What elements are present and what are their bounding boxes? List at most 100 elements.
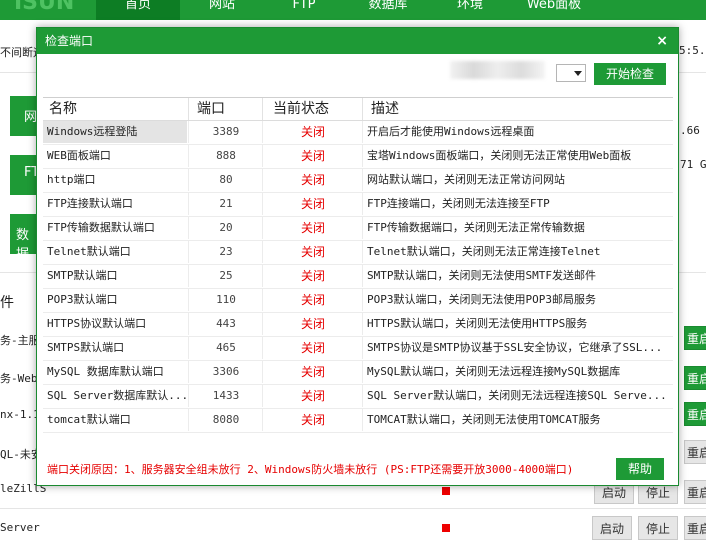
restart-button[interactable]: 重启 (684, 402, 706, 426)
port-status: 关闭 (262, 193, 363, 215)
close-icon[interactable]: × (656, 28, 668, 54)
port-number: 21 (188, 193, 263, 215)
brand-logo: ISUN (14, 0, 75, 15)
port-status: 关闭 (262, 241, 363, 263)
start-button[interactable]: 启动 (592, 516, 632, 540)
table-row[interactable]: HTTPS协议默认端口 443 关闭 HTTPS默认端口，关闭则无法使用HTTPS服务 (43, 313, 673, 337)
port-number: 8080 (188, 409, 263, 431)
port-status: 关闭 (262, 361, 363, 383)
port-description: SMTPS协议是SMTP协议基于SSL安全协议，它继承了SSL... (362, 337, 673, 359)
restart-button[interactable]: 重启 (684, 440, 706, 464)
port-description: 网站默认端口，关闭则无法正常访问网站 (362, 169, 673, 191)
port-description: 宝塔Windows面板端口，关闭则无法正常使用Web面板 (362, 145, 673, 167)
nav-ftp[interactable]: FTP (262, 0, 346, 20)
column-header-description: 描述 (362, 98, 399, 120)
chevron-down-icon (574, 71, 582, 76)
server-select[interactable] (556, 64, 586, 82)
table-row[interactable]: tomcat默认端口 8080 关闭 TOMCAT默认端口，关闭则无法使用TOMCAT… (43, 409, 673, 433)
port-description: Telnet默认端口，关闭则无法正常连接Telnet (362, 241, 673, 263)
ports-table: 名称 端口 当前状态 描述 Windows远程登陆 3389 关闭 开启后才能使用Wi… (43, 97, 673, 435)
stop-button[interactable]: 停止 (638, 516, 678, 540)
port-description: HTTPS默认端口，关闭则无法使用HTTPS服务 (362, 313, 673, 335)
port-description: FTP连接端口，关闭则无法连接至FTP (362, 193, 673, 215)
nav-website[interactable]: 网站 (180, 0, 264, 20)
nav-database[interactable]: 数据库 (346, 0, 430, 20)
port-number: 465 (188, 337, 263, 359)
restart-button[interactable]: 重启 (684, 480, 706, 504)
port-name: MySQL 数据库默认端口 (47, 365, 164, 378)
port-number: 110 (188, 289, 263, 311)
port-name: SMTP默认端口 (47, 269, 118, 282)
stopped-indicator (442, 524, 450, 532)
port-status: 关闭 (262, 169, 363, 191)
port-status: 关闭 (262, 313, 363, 335)
restart-button[interactable]: 重启 (684, 516, 706, 540)
port-description: SQL Server默认端口，关闭则无法远程连接SQL Serve... (362, 385, 673, 407)
port-name: SQL Server数据库默认... (47, 389, 187, 402)
port-name: HTTPS协议默认端口 (47, 317, 147, 330)
closed-port-reasons: 端口关闭原因：1、服务器安全组未放行 2、Windows防火墙未放行 (PS:F… (47, 463, 574, 476)
nav-environment[interactable]: 环境 (428, 0, 512, 20)
port-number: 443 (188, 313, 263, 335)
port-name: WEB面板端口 (47, 149, 111, 162)
stopped-indicator (442, 487, 450, 495)
divider (0, 508, 706, 509)
table-row[interactable]: Telnet默认端口 23 关闭 Telnet默认端口，关闭则无法正常连接Telnet (43, 241, 673, 265)
table-row[interactable]: SMTP默认端口 25 关闭 SMTP默认端口，关闭则无法使用SMTF发送邮件 (43, 265, 673, 289)
column-header-status: 当前状态 (262, 98, 363, 120)
port-number: 80 (188, 169, 263, 191)
port-description: TOMCAT默认端口，关闭则无法使用TOMCAT服务 (362, 409, 673, 431)
dialog-title: 检查端口 (45, 34, 94, 48)
port-number: 3389 (188, 121, 263, 143)
port-number: 3306 (188, 361, 263, 383)
table-row[interactable]: http端口 80 关闭 网站默认端口，关闭则无法正常访问网站 (43, 169, 673, 193)
table-row[interactable]: POP3默认端口 110 关闭 POP3默认端口，关闭则无法使用POP3邮局服务 (43, 289, 673, 313)
table-row[interactable]: SQL Server数据库默认... 1433 关闭 SQL Server默认端口，关… (43, 385, 673, 409)
port-name: SMTPS默认端口 (47, 341, 125, 354)
nav-web-panel[interactable]: Web面板 (512, 0, 596, 20)
table-row[interactable]: WEB面板端口 888 关闭 宝塔Windows面板端口，关闭则无法正常使用Web面板 (43, 145, 673, 169)
port-name: tomcat默认端口 (47, 413, 131, 426)
port-status: 关闭 (262, 337, 363, 359)
port-name: Telnet默认端口 (47, 245, 131, 258)
port-status: 关闭 (262, 289, 363, 311)
port-name: FTP连接默认端口 (47, 197, 133, 210)
software-name: nx-1.1 (0, 408, 40, 421)
port-status: 关闭 (262, 217, 363, 239)
software-name: 务-主服 (0, 334, 40, 347)
port-name: FTP传输数据默认端口 (47, 221, 155, 234)
port-number: 1433 (188, 385, 263, 407)
port-number: 23 (188, 241, 263, 263)
port-status: 关闭 (262, 145, 363, 167)
software-name: Server (0, 521, 40, 534)
software-section-title: 件 (0, 295, 14, 311)
port-description: 开启后才能使用Windows远程桌面 (362, 121, 673, 143)
port-name: http端口 (47, 173, 96, 186)
port-status: 关闭 (262, 121, 363, 143)
check-ports-dialog: 检查端口 × 开始检查 名称 端口 当前状态 描述 Windows远程登陆 338… (36, 27, 679, 486)
top-navigation: ISUN 首页 网站 FTP 数据库 环境 Web面板 (0, 0, 706, 20)
help-button[interactable]: 帮助 (616, 458, 664, 480)
port-description: POP3默认端口，关闭则无法使用POP3邮局服务 (362, 289, 673, 311)
restart-button[interactable]: 重启 (684, 366, 706, 390)
port-name: Windows远程登陆 (43, 121, 187, 143)
port-number: 20 (188, 217, 263, 239)
nav-home[interactable]: 首页 (96, 0, 180, 20)
port-status: 关闭 (262, 385, 363, 407)
restart-button[interactable]: 重启 (684, 326, 706, 350)
table-row[interactable]: SMTPS默认端口 465 关闭 SMTPS协议是SMTP协议基于SSL安全协议，它继… (43, 337, 673, 361)
server-ip-redacted (450, 61, 545, 79)
table-row[interactable]: FTP连接默认端口 21 关闭 FTP连接端口，关闭则无法连接至FTP (43, 193, 673, 217)
table-row[interactable]: FTP传输数据默认端口 20 关闭 FTP传输数据端口，关闭则无法正常传输数据 (43, 217, 673, 241)
port-number: 25 (188, 265, 263, 287)
column-header-port: 端口 (188, 98, 263, 120)
port-description: SMTP默认端口，关闭则无法使用SMTF发送邮件 (362, 265, 673, 287)
disk-usage-1: .66 G (680, 124, 706, 137)
table-row[interactable]: MySQL 数据库默认端口 3306 关闭 MySQL默认端口，关闭则无法远程连接My… (43, 361, 673, 385)
table-row[interactable]: Windows远程登陆 3389 关闭 开启后才能使用Windows远程桌面 (43, 121, 673, 145)
start-check-button[interactable]: 开始检查 (594, 63, 666, 85)
port-description: MySQL默认端口，关闭则无法远程连接MySQL数据库 (362, 361, 673, 383)
uptime-value: 5:5.4 (679, 44, 706, 57)
port-description: FTP传输数据端口，关闭则无法正常传输数据 (362, 217, 673, 239)
port-status: 关闭 (262, 409, 363, 431)
